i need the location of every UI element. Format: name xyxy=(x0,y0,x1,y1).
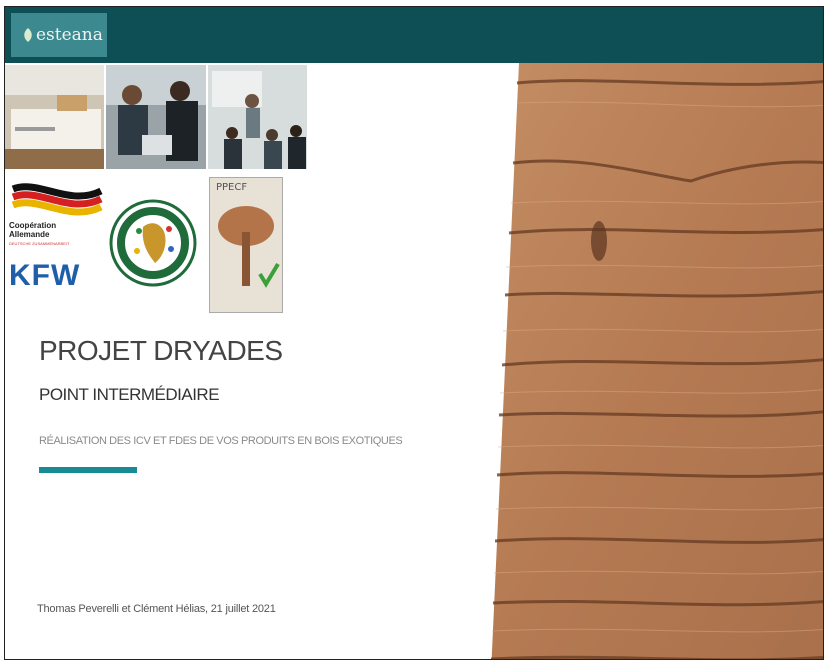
slide-title: PROJET DRYADES xyxy=(39,335,283,366)
wood-texture-image xyxy=(491,63,823,659)
photo-meeting xyxy=(106,65,206,169)
coop-label: Coopération Allemande xyxy=(9,221,79,239)
slide-tagline: RÉALISATION DES ICV ET FDES DE VOS PRODU… xyxy=(39,435,403,447)
kfw-text: KFW xyxy=(9,259,81,292)
leaf-icon xyxy=(24,28,32,42)
partner-logos: Coopération Allemande DEUTSCHE ZUSAMMENA… xyxy=(5,175,305,315)
coop-label-line1: Coopération xyxy=(9,221,57,230)
header-bar: esteana xyxy=(5,7,823,63)
tree-icon xyxy=(218,206,280,288)
slide: esteana Coopération Allemande DEUTSCHE Z… xyxy=(4,6,824,660)
photo-presentation xyxy=(207,65,307,169)
photo-desk xyxy=(5,65,105,169)
photo-strip xyxy=(5,65,309,169)
ppecf-logo: PPECF xyxy=(209,177,283,313)
comifac-logo xyxy=(109,199,197,287)
accent-bar xyxy=(39,467,137,473)
coop-sub: DEUTSCHE ZUSAMMENARBEIT xyxy=(9,241,70,246)
coop-label-line2: Allemande xyxy=(9,230,50,239)
kfw-logo: Coopération Allemande DEUTSCHE ZUSAMMENA… xyxy=(9,179,105,309)
german-flag-ribbon-icon xyxy=(11,183,103,216)
slide-byline: Thomas Peverelli et Clément Hélias, 21 j… xyxy=(37,603,276,615)
esteana-logo: esteana xyxy=(11,13,107,57)
logo-text: esteana xyxy=(36,25,103,45)
slide-subtitle: POINT INTERMÉDIAIRE xyxy=(39,385,220,404)
